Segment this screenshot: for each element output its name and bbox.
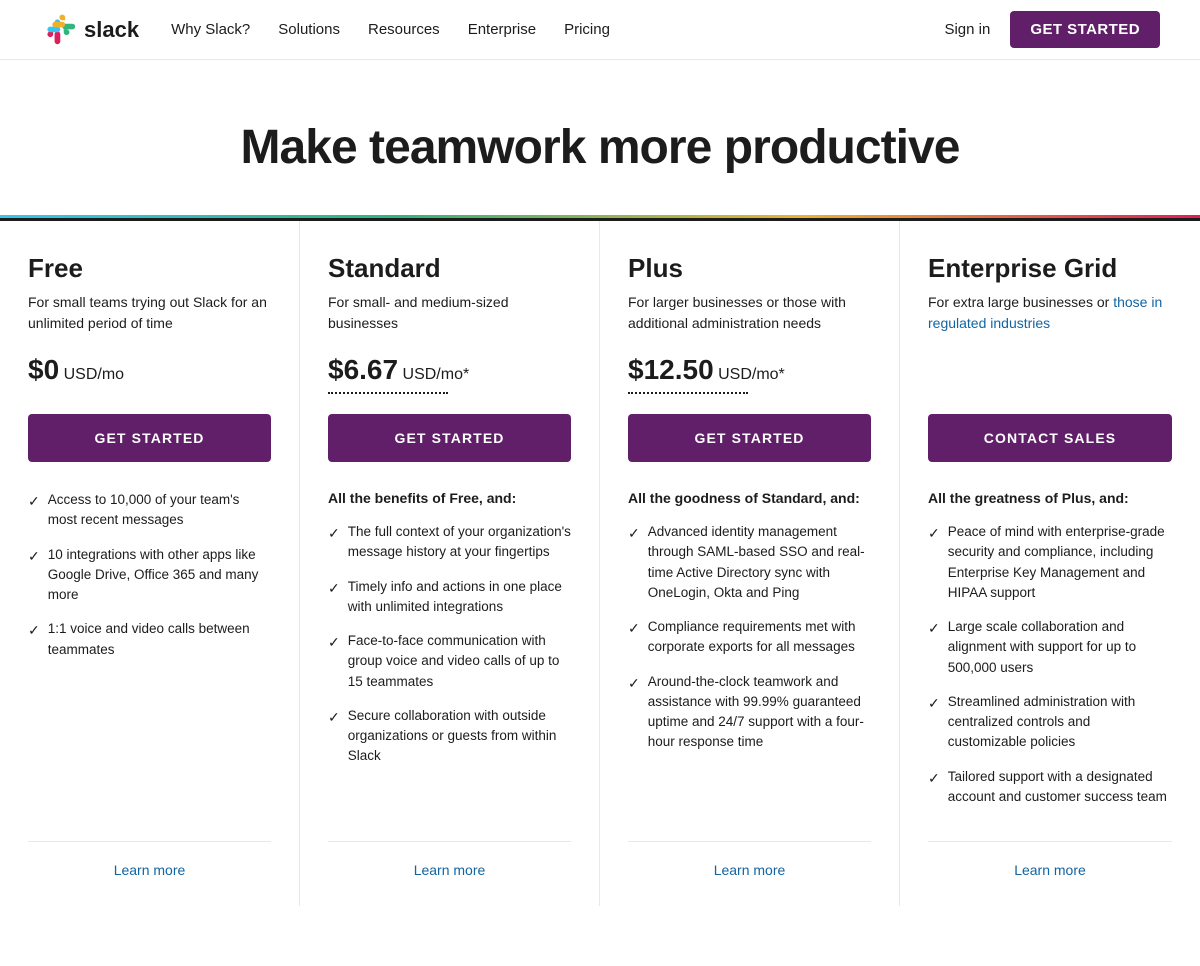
plan-plus-benefits-title: All the goodness of Standard, and: [628,490,871,506]
hero-section: Make teamwork more productive [0,60,1200,215]
plan-standard-price-suffix: USD/mo* [398,366,469,383]
plan-enterprise: Enterprise Grid For extra large business… [900,221,1200,906]
plan-standard-feature-1: ✓The full context of your organization's… [328,522,571,563]
plan-enterprise-desc: For extra large businesses or those in r… [928,292,1172,334]
check-icon-s1: ✓ [328,523,340,544]
plan-free-name: Free [28,253,271,284]
plan-enterprise-learn-more[interactable]: Learn more [928,841,1172,878]
plan-free-feature-2: ✓10 integrations with other apps like Go… [28,545,271,606]
plan-standard-feature-2: ✓Timely info and actions in one place wi… [328,577,571,618]
plan-plus-cta-button[interactable]: GET STARTED [628,414,871,462]
nav-why-slack[interactable]: Why Slack? [171,21,250,38]
plan-plus-price-underline [628,392,748,394]
plan-plus-price-value: $12.50 [628,354,714,385]
plan-free-feature-1: ✓Access to 10,000 of your team's most re… [28,490,271,531]
plan-enterprise-cta-button[interactable]: CONTACT SALES [928,414,1172,462]
plan-standard-price-value: $6.67 [328,354,398,385]
pricing-section: Free For small teams trying out Slack fo… [0,218,1200,966]
plan-enterprise-desc-text1: For extra large businesses or [928,294,1113,310]
plan-plus-price-suffix: USD/mo* [714,366,785,383]
check-icon-e1: ✓ [928,523,940,544]
plan-standard-price-underline [328,392,448,394]
plan-standard-price: $6.67 USD/mo* [328,354,571,386]
nav-links: Why Slack? Solutions Resources Enterpris… [171,21,944,38]
plan-free-features: ✓Access to 10,000 of your team's most re… [28,490,271,821]
plan-free-price: $0 USD/mo [28,354,271,386]
check-icon-p1: ✓ [628,523,640,544]
plan-free-price-value: $0 [28,354,59,385]
plan-standard-name: Standard [328,253,571,284]
plan-free-learn-more[interactable]: Learn more [28,841,271,878]
plan-enterprise-feature-2: ✓Large scale collaboration and alignment… [928,617,1172,678]
plan-enterprise-features: ✓Peace of mind with enterprise-grade sec… [928,522,1172,821]
sign-in-link[interactable]: Sign in [944,21,990,38]
plan-free-price-suffix: USD/mo [59,366,124,383]
pricing-grid: Free For small teams trying out Slack fo… [0,218,1200,906]
check-icon-p3: ✓ [628,673,640,694]
plan-plus-features: ✓Advanced identity management through SA… [628,522,871,821]
plan-free-desc: For small teams trying out Slack for an … [28,292,271,334]
check-icon-1: ✓ [28,491,40,512]
check-icon-s2: ✓ [328,578,340,599]
plan-standard-cta-button[interactable]: GET STARTED [328,414,571,462]
logo-link[interactable]: slack [40,12,139,48]
plan-free: Free For small teams trying out Slack fo… [0,221,300,906]
get-started-nav-button[interactable]: GET STARTED [1010,11,1160,48]
plan-standard-desc: For small- and medium-sized businesses [328,292,571,334]
plan-plus-price: $12.50 USD/mo* [628,354,871,386]
plan-standard-feature-3: ✓Face-to-face communication with group v… [328,631,571,692]
check-icon-p2: ✓ [628,618,640,639]
nav-solutions[interactable]: Solutions [278,21,340,38]
check-icon-3: ✓ [28,620,40,641]
plan-enterprise-name: Enterprise Grid [928,253,1172,284]
plan-enterprise-feature-4: ✓Tailored support with a designated acco… [928,767,1172,808]
plan-free-cta-button[interactable]: GET STARTED [28,414,271,462]
plan-plus: Plus For larger businesses or those with… [600,221,900,906]
nav-enterprise[interactable]: Enterprise [468,21,536,38]
plan-plus-feature-1: ✓Advanced identity management through SA… [628,522,871,603]
plan-enterprise-feature-3: ✓Streamlined administration with central… [928,692,1172,753]
nav-resources[interactable]: Resources [368,21,440,38]
nav-right: Sign in GET STARTED [944,11,1160,48]
plan-standard: Standard For small- and medium-sized bus… [300,221,600,906]
plan-plus-desc: For larger businesses or those with addi… [628,292,871,334]
plan-plus-feature-2: ✓Compliance requirements met with corpor… [628,617,871,658]
check-icon-e4: ✓ [928,768,940,789]
navigation: slack Why Slack? Solutions Resources Ent… [0,0,1200,60]
nav-pricing[interactable]: Pricing [564,21,610,38]
plan-plus-feature-3: ✓Around-the-clock teamwork and assistanc… [628,672,871,753]
plan-free-feature-3: ✓1:1 voice and video calls between teamm… [28,619,271,660]
plan-standard-features: ✓The full context of your organization's… [328,522,571,821]
plan-enterprise-feature-1: ✓Peace of mind with enterprise-grade sec… [928,522,1172,603]
logo-text: slack [84,17,139,43]
plan-plus-name: Plus [628,253,871,284]
plan-enterprise-benefits-title: All the greatness of Plus, and: [928,490,1172,506]
check-icon-e3: ✓ [928,693,940,714]
check-icon-e2: ✓ [928,618,940,639]
check-icon-s4: ✓ [328,707,340,728]
plan-plus-learn-more[interactable]: Learn more [628,841,871,878]
plan-standard-benefits-title: All the benefits of Free, and: [328,490,571,506]
slack-logo-icon [40,12,76,48]
check-icon-s3: ✓ [328,632,340,653]
plan-standard-learn-more[interactable]: Learn more [328,841,571,878]
hero-title: Make teamwork more productive [40,120,1160,175]
check-icon-2: ✓ [28,546,40,567]
plan-standard-feature-4: ✓Secure collaboration with outside organ… [328,706,571,767]
